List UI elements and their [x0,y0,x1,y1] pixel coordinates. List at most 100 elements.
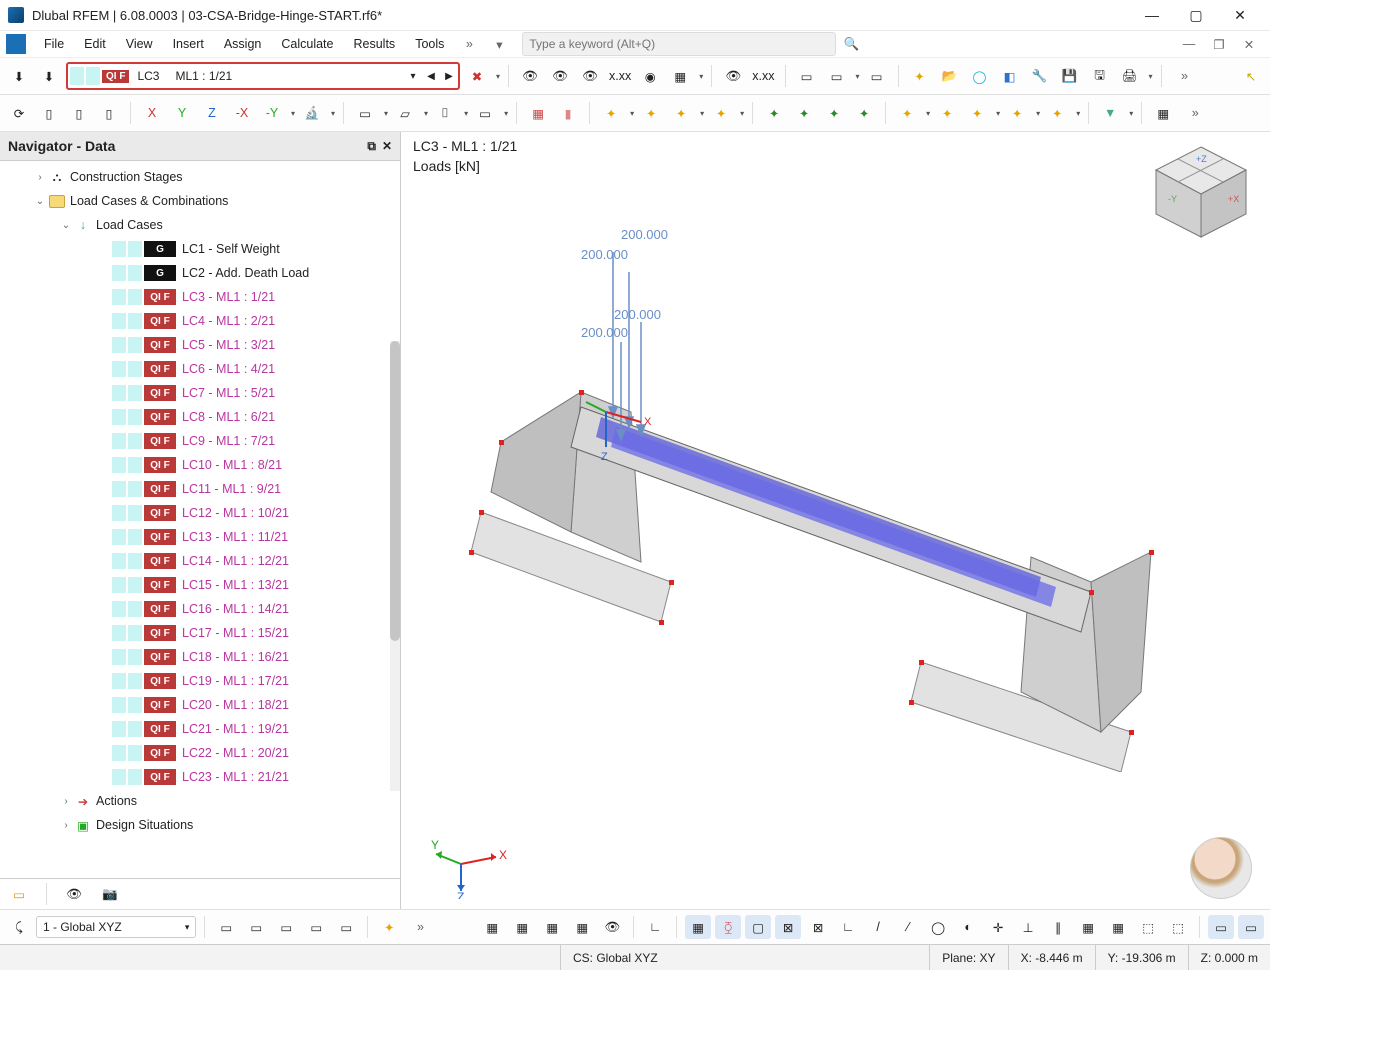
nav-cube[interactable]: +X -Y +Z [1146,142,1256,242]
filter-icon[interactable]: ▼ [1097,101,1123,125]
maximize-button[interactable]: ▢ [1174,1,1218,29]
tree3-icon[interactable]: ✦ [821,101,847,125]
menu-calculate[interactable]: Calculate [271,34,343,54]
menu-edit[interactable]: Edit [74,34,116,54]
grid-small-icon[interactable]: ▦ [1150,101,1176,125]
navigator-tree[interactable]: ›⛬ Construction Stages ⌄ Load Cases & Co… [0,161,400,878]
menu-view[interactable]: View [116,34,163,54]
tree1-icon[interactable]: ✦ [761,101,787,125]
menu-file[interactable]: File [34,34,74,54]
layer3-icon[interactable]: ⌷ [432,101,458,125]
tool-down2-icon[interactable]: ⬇ [36,64,62,88]
box2-icon[interactable]: ▯ [66,101,92,125]
snap3-icon[interactable]: ▦ [539,915,565,939]
bt-spark-icon[interactable]: ✦ [376,915,402,939]
cursor-icon[interactable]: ↖ [1238,64,1264,88]
layer2-icon[interactable]: ▱ [392,101,418,125]
loadcase-item[interactable]: QI FLC14 - ML1 : 12/21 [2,549,398,573]
loadcase-item[interactable]: QI FLC11 - ML1 : 9/21 [2,477,398,501]
node-design-situations[interactable]: ›▣ Design Situations [2,813,398,837]
spark2-icon[interactable]: ✦ [638,101,664,125]
loadcase-item[interactable]: QI FLC8 - ML1 : 6/21 [2,405,398,429]
loadcase-item[interactable]: QI FLC6 - ML1 : 4/21 [2,357,398,381]
sub-close-icon[interactable]: ✕ [1240,35,1258,53]
eye1-icon[interactable]: 👁 [517,64,543,88]
xxx2-icon[interactable]: x.xx [750,64,776,88]
node-construction-stages[interactable]: ›⛬ Construction Stages [2,165,398,189]
osnap9-icon[interactable]: ◐ [955,915,981,939]
delete-icon[interactable]: ✖ [464,64,490,88]
osnap2-icon[interactable]: ▢ [745,915,771,939]
loadcase-item[interactable]: QI FLC22 - ML1 : 20/21 [2,741,398,765]
tree2-icon[interactable]: ✦ [791,101,817,125]
loadcase-item[interactable]: QI FLC4 - ML1 : 2/21 [2,309,398,333]
box1-icon[interactable]: ▯ [36,101,62,125]
menu-overflow-icon[interactable]: » [460,35,478,53]
bt1-icon[interactable]: ▭ [213,915,239,939]
osnap5-icon[interactable]: ∟ [835,915,861,939]
search-icon[interactable]: 🔍 [842,35,860,53]
loadcase-item[interactable]: QI FLC9 - ML1 : 7/21 [2,429,398,453]
star-new-icon[interactable]: ✦ [907,64,933,88]
minimize-button[interactable]: — [1130,1,1174,29]
osnap4-icon[interactable]: ⊠ [805,915,831,939]
osnap10-icon[interactable]: ✛ [985,915,1011,939]
osnap15-icon[interactable]: ⬚ [1135,915,1161,939]
snap5-icon[interactable]: 👁 [599,915,625,939]
loadcase-item-g[interactable]: GLC2 - Add. Death Load [2,261,398,285]
nav-tab-data-icon[interactable]: ▭ [6,882,32,906]
osnap14-icon[interactable]: ▦ [1105,915,1131,939]
disk-icon[interactable]: 💾 [1057,64,1083,88]
node-load-cases-combinations[interactable]: ⌄ Load Cases & Combinations [2,189,398,213]
assistant-avatar[interactable] [1190,837,1252,899]
loadcase-selector[interactable]: QI F LC3 ML1 : 1/21 ▾ ◀ ▶ [66,62,460,90]
gold1-icon[interactable]: ✦ [894,101,920,125]
eye4-icon[interactable]: 👁 [720,64,746,88]
loadcase-item[interactable]: QI FLC12 - ML1 : 10/21 [2,501,398,525]
doc3-icon[interactable]: ▭ [864,64,890,88]
navigator-close-icon[interactable]: ✕ [382,139,392,154]
cs-icon[interactable]: ⤹ [6,915,32,939]
osnap3-icon[interactable]: ⊠ [775,915,801,939]
osnap1-icon[interactable]: ▦ [685,915,711,939]
node-actions[interactable]: ›➜ Actions [2,789,398,813]
loadcase-item[interactable]: QI FLC5 - ML1 : 3/21 [2,333,398,357]
lc-dropdown-icon[interactable]: ▾ [404,71,422,82]
nav-tab-camera-icon[interactable]: 📷 [97,882,123,906]
sub-minimize-icon[interactable]: — [1180,35,1198,53]
grid-eye-icon[interactable]: ▦ [667,64,693,88]
bt4-icon[interactable]: ▭ [303,915,329,939]
spark1-icon[interactable]: ✦ [598,101,624,125]
scope-icon[interactable]: 🔬 [299,101,325,125]
osnap8-icon[interactable]: ◯ [925,915,951,939]
snap2-icon[interactable]: ▦ [509,915,535,939]
gold3-icon[interactable]: ✦ [964,101,990,125]
loadcase-item[interactable]: QI FLC18 - ML1 : 16/21 [2,645,398,669]
loadcase-item[interactable]: QI FLC21 - ML1 : 19/21 [2,717,398,741]
osnap6-icon[interactable]: / [865,915,891,939]
box3-icon[interactable]: ▯ [96,101,122,125]
loadcase-item[interactable]: QI FLC19 - ML1 : 17/21 [2,669,398,693]
mesh2-icon[interactable]: ▮ [555,101,581,125]
print-icon[interactable]: 🖨 [1117,64,1143,88]
node-load-cases[interactable]: ⌄↓ Load Cases [2,213,398,237]
loadcase-item[interactable]: QI FLC13 - ML1 : 11/21 [2,525,398,549]
scrollbar-thumb[interactable] [390,341,400,641]
loadcase-item[interactable]: QI FLC7 - ML1 : 5/21 [2,381,398,405]
bt3-icon[interactable]: ▭ [273,915,299,939]
toolbar-overflow2-icon[interactable]: » [1186,104,1204,122]
loadcase-item[interactable]: QI FLC10 - ML1 : 8/21 [2,453,398,477]
menu-tools[interactable]: Tools [405,34,454,54]
osnap17-icon[interactable]: ▭ [1208,915,1234,939]
lc-prev-button[interactable]: ◀ [422,71,440,82]
bt2-icon[interactable]: ▭ [243,915,269,939]
eye3-icon[interactable]: 👁 [577,64,603,88]
menu-assign[interactable]: Assign [214,34,272,54]
eye-xxx-icon[interactable]: x.xx [607,64,633,88]
nav-tab-eye-icon[interactable]: 👁 [61,882,87,906]
doc1-icon[interactable]: ▭ [794,64,820,88]
axis-nx-icon[interactable]: -X [229,101,255,125]
osnap11-icon[interactable]: ⊥ [1015,915,1041,939]
osnap13-icon[interactable]: ▦ [1075,915,1101,939]
gold4-icon[interactable]: ✦ [1004,101,1030,125]
